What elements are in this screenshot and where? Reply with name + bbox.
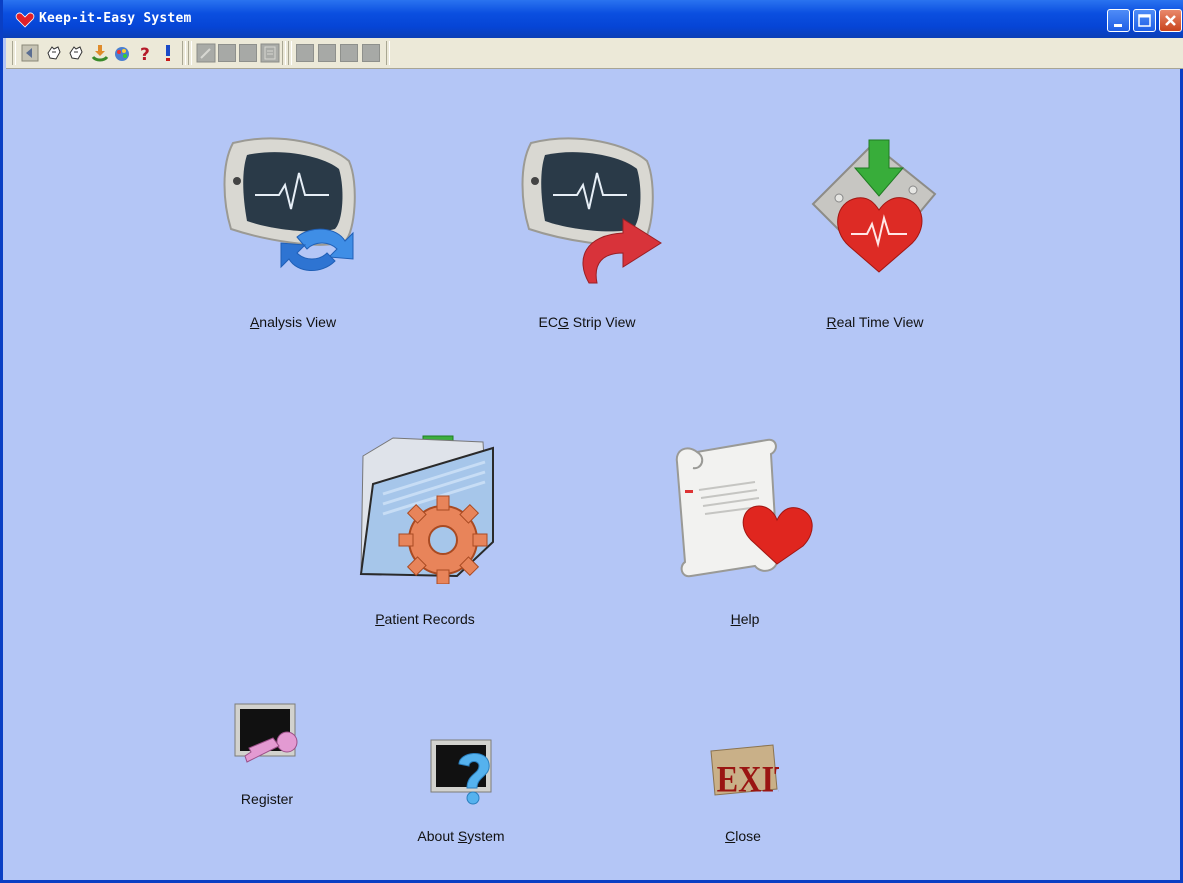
toolbar-separator <box>386 41 390 65</box>
info-exclamation-icon[interactable] <box>158 43 178 63</box>
title-bar[interactable]: Keep-it-Easy System <box>3 0 1183 38</box>
exit-sign-text: EXIT <box>717 758 779 799</box>
toolbar-separator <box>182 41 186 65</box>
toolbar-separator <box>282 41 286 65</box>
minimize-icon <box>1114 24 1122 27</box>
heart-app-icon <box>15 12 35 28</box>
folder-gear-icon[interactable] <box>353 432 503 584</box>
maximize-icon <box>1138 14 1151 27</box>
blank-disabled-icon <box>239 44 257 62</box>
palette-icon[interactable] <box>112 43 132 63</box>
real-time-view-label[interactable]: Real Time View <box>826 314 923 330</box>
close-window-button[interactable] <box>1159 9 1182 32</box>
toolbar-grip <box>12 41 16 65</box>
ecg-strip-view-label[interactable]: ECG Strip View <box>538 314 635 330</box>
window-title: Keep-it-Easy System <box>39 11 192 26</box>
toolbar: ? <box>6 38 1183 69</box>
minimize-button[interactable] <box>1107 9 1130 32</box>
monitor-question-icon[interactable] <box>429 738 501 806</box>
help-question-icon[interactable]: ? <box>136 43 156 63</box>
help-label[interactable]: Help <box>731 611 760 627</box>
patient-records-label[interactable]: Patient Records <box>375 611 475 627</box>
exit-sign-icon[interactable]: EXIT <box>709 743 779 799</box>
analysis-view-label[interactable]: Analysis View <box>250 314 336 330</box>
monitor-key-icon[interactable] <box>233 702 303 768</box>
main-window: Keep-it-Easy System ? Analysis View ECG … <box>0 0 1183 883</box>
heart-download-icon[interactable] <box>809 138 939 278</box>
toolbar-separator <box>188 41 192 65</box>
register-label[interactable]: Register <box>241 791 293 807</box>
scroll-heart-icon[interactable] <box>671 436 821 580</box>
blank-disabled-icon <box>340 44 358 62</box>
close-label[interactable]: Close <box>725 828 761 844</box>
maximize-button[interactable] <box>1133 9 1156 32</box>
ecg-monitor-refresh-icon[interactable] <box>221 133 361 288</box>
about-system-label[interactable]: About System <box>417 828 504 844</box>
blank-disabled-icon <box>296 44 314 62</box>
blank-disabled-icon <box>318 44 336 62</box>
hand-pointer-icon[interactable] <box>44 43 64 63</box>
blank-disabled-icon <box>218 44 236 62</box>
back-icon[interactable] <box>20 43 40 63</box>
blank-disabled-icon <box>362 44 380 62</box>
toolbar-separator <box>288 41 292 65</box>
close-x-icon <box>1165 15 1176 26</box>
document-disabled-icon <box>260 43 280 63</box>
hand-pointer-2-icon[interactable] <box>66 43 86 63</box>
download-icon[interactable] <box>90 43 110 63</box>
svg-text:?: ? <box>140 45 150 63</box>
ecg-monitor-export-icon[interactable] <box>519 133 667 288</box>
edit-disabled-icon <box>196 43 216 63</box>
